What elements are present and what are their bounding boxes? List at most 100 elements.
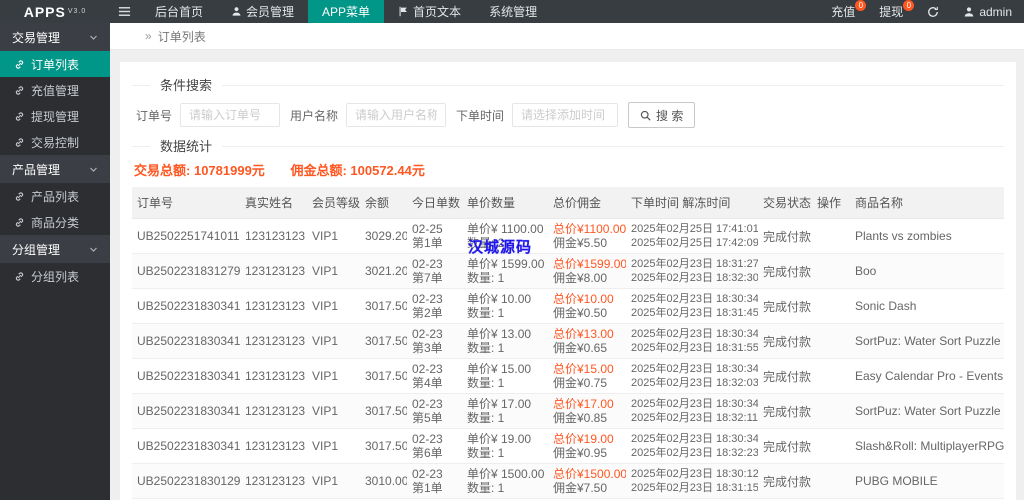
vip-level-cell: VIP1	[307, 463, 360, 499]
order-id-cell: UB2502231830129876	[132, 463, 240, 499]
balance-cell: 3029.20	[360, 218, 407, 254]
sidebar-item[interactable]: 交易控制	[0, 129, 110, 155]
product-name-cell: PUBG MOBILE	[850, 463, 1004, 499]
unit-price-cell: 单价¥ 1599.00 数量: 1	[462, 253, 548, 289]
order-time-cell: 2025年02月23日 18:30:34 2025年02月23日 18:31:55	[626, 323, 758, 359]
daily-count-cell: 02-25 第1单	[407, 218, 462, 254]
admin-label: admin	[979, 4, 1012, 19]
product-name-cell: SortPuz: Water Sort Puzzle	[850, 393, 1004, 429]
link-icon	[15, 85, 24, 95]
order-time-label: 下单时间	[456, 108, 505, 123]
status-cell: 完成付款	[758, 218, 812, 254]
trade-total-label: 交易总额:	[134, 163, 191, 178]
sidebar-item[interactable]: 分组列表	[0, 263, 110, 289]
action-cell	[812, 428, 850, 464]
product-name-cell: Plants vs zombies	[850, 218, 1004, 254]
top-nav-item[interactable]: 会员管理	[217, 0, 308, 23]
sidebar-group-header[interactable]: 交易管理	[0, 23, 110, 51]
vip-level-cell: VIP1	[307, 358, 360, 394]
username-label: 用户名称	[290, 108, 339, 123]
app-logo: APPS V3.0	[23, 3, 87, 20]
app-version: V3.0	[67, 8, 87, 15]
table-row: UB2502231831279576 123123123 VIP1 3021.2…	[132, 253, 1004, 289]
table-row: UB2502231830341416 123123123 VIP1 3017.5…	[132, 428, 1004, 464]
sidebar-item[interactable]: 订单列表	[0, 51, 110, 77]
column-header: 单价数量	[462, 187, 548, 219]
balance-cell: 3017.50	[360, 288, 407, 324]
refresh-icon[interactable]	[915, 0, 951, 23]
breadcrumb-separator: »	[145, 29, 152, 43]
order-time-cell: 2025年02月23日 18:30:34 2025年02月23日 18:32:11	[626, 393, 758, 429]
vip-level-cell: VIP1	[307, 253, 360, 289]
menu-toggle-icon[interactable]	[110, 0, 141, 23]
status-cell: 完成付款	[758, 253, 812, 289]
unit-price-cell: 单价¥ 15.00 数量: 1	[462, 358, 548, 394]
topbar-right: 充值 0 提现 0 admin	[819, 0, 1024, 23]
table-row: UB2502251741011028 123123123 VIP1 3029.2…	[132, 218, 1004, 254]
table-body: UB2502251741011028 123123123 VIP1 3029.2…	[132, 218, 1004, 500]
sidebar: 交易管理 订单列表 充值管理 提现管理 交易控制 产品管理 产品列表 商品分类 …	[0, 23, 110, 500]
top-nav-item[interactable]: 首页文本	[384, 0, 475, 23]
product-name-cell: Sonic Dash	[850, 288, 1004, 324]
top-nav-item[interactable]: APP菜单	[308, 0, 385, 23]
order-time-input[interactable]	[512, 103, 619, 127]
order-id-cell: UB2502231831279576	[132, 253, 240, 289]
recharge-button[interactable]: 充值 0	[819, 0, 867, 23]
order-id-cell: UB2502251741011028	[132, 218, 240, 254]
table-row: UB2502231830341155 123123123 VIP1 3017.5…	[132, 323, 1004, 359]
search-legend: 条件搜索	[150, 78, 223, 94]
daily-count-cell: 02-23 第6单	[407, 428, 462, 464]
column-header: 商品名称	[850, 187, 1004, 219]
table-header-row: 订单号 真实姓名 会员等级 余额 今日单数 单价数量 总价佣金 下单时间 解冻时间 交易状态 操作…	[132, 187, 1004, 219]
sidebar-group-header[interactable]: 分组管理	[0, 235, 110, 263]
order-no-input[interactable]	[180, 103, 281, 127]
sidebar-item[interactable]: 提现管理	[0, 103, 110, 129]
main-area: » 订单列表 条件搜索 订单号 用户名称 下单时间 搜 索 数据统计	[110, 23, 1024, 500]
status-cell: 完成付款	[758, 323, 812, 359]
search-form: 订单号 用户名称 下单时间 搜 索	[134, 102, 1004, 128]
link-icon	[15, 111, 24, 121]
total-commission-cell: 总价¥1500.00 佣金¥7.50	[548, 463, 626, 499]
table-row: UB2502231830341323 123123123 VIP1 3017.5…	[132, 393, 1004, 429]
stats-legend: 数据统计	[150, 139, 223, 155]
sidebar-item[interactable]: 产品列表	[0, 183, 110, 209]
order-time-cell: 2025年02月23日 18:30:12 2025年02月23日 18:31:15	[626, 463, 758, 499]
column-header: 会员等级	[307, 187, 360, 219]
total-commission-cell: 总价¥1599.00 佣金¥8.00	[548, 253, 626, 289]
top-nav-item[interactable]: 系统管理	[475, 0, 551, 23]
breadcrumb-label: 订单列表	[157, 29, 206, 44]
order-time-cell: 2025年02月23日 18:31:27 2025年02月23日 18:32:30	[626, 253, 758, 289]
stats-line: 交易总额: 10781999元 佣金总额: 100572.44元	[134, 160, 1004, 179]
daily-count-cell: 02-23 第4单	[407, 358, 462, 394]
withdraw-badge: 0	[903, 0, 915, 11]
search-button[interactable]: 搜 索	[628, 102, 696, 128]
total-commission-cell: 总价¥13.00 佣金¥0.65	[548, 323, 626, 359]
total-commission-cell: 总价¥17.00 佣金¥0.85	[548, 393, 626, 429]
daily-count-cell: 02-23 第3单	[407, 323, 462, 359]
link-icon	[15, 59, 24, 69]
real-name-cell: 123123123	[240, 323, 307, 359]
withdraw-button[interactable]: 提现 0	[867, 0, 915, 23]
breadcrumb: » 订单列表	[110, 23, 1024, 50]
chevron-down-icon	[90, 247, 97, 252]
real-name-cell: 123123123	[240, 288, 307, 324]
sidebar-item[interactable]: 充值管理	[0, 77, 110, 103]
search-icon	[640, 110, 651, 121]
admin-menu[interactable]: admin	[951, 0, 1024, 23]
sidebar-item[interactable]: 商品分类	[0, 209, 110, 235]
real-name-cell: 123123123	[240, 463, 307, 499]
link-icon	[15, 271, 24, 281]
commission-total-label: 佣金总额:	[290, 163, 347, 178]
table-row: UB2502231830341033 123123123 VIP1 3017.5…	[132, 288, 1004, 324]
column-header: 订单号	[132, 187, 240, 219]
daily-count-cell: 02-23 第1单	[407, 463, 462, 499]
username-input[interactable]	[346, 103, 447, 127]
top-nav-item[interactable]: 后台首页	[141, 0, 217, 23]
product-name-cell: Boo	[850, 253, 1004, 289]
vip-level-cell: VIP1	[307, 288, 360, 324]
vip-level-cell: VIP1	[307, 428, 360, 464]
column-header: 真实姓名	[240, 187, 307, 219]
person-icon	[964, 6, 974, 16]
search-fieldset: 条件搜索	[132, 78, 1004, 94]
sidebar-group-header[interactable]: 产品管理	[0, 155, 110, 183]
